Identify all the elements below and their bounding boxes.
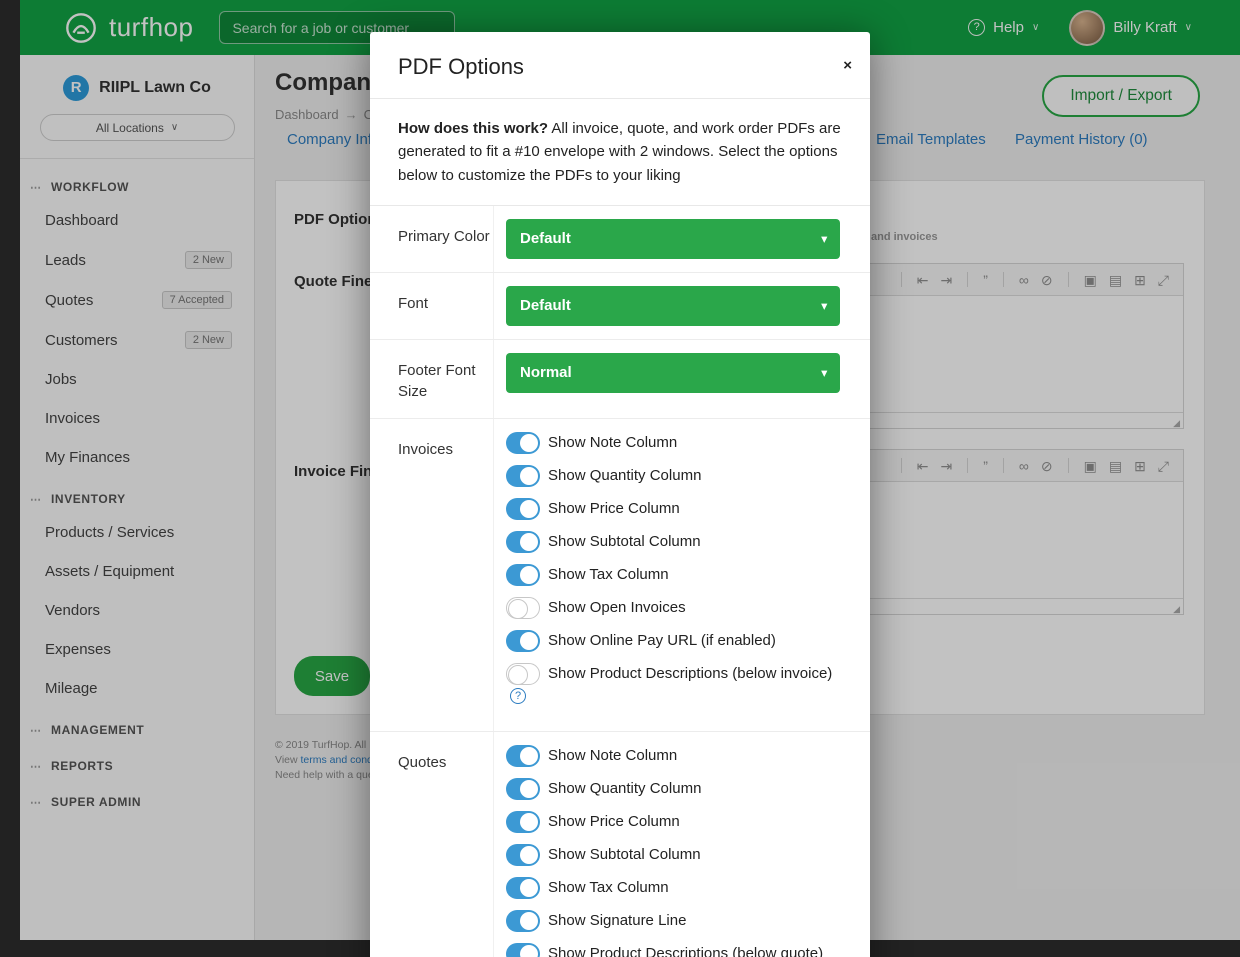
toggle-switch[interactable] [506,432,540,454]
modal-body: Primary ColorDefault▾FontDefault▾Footer … [370,206,870,957]
toggle-label: Show Subtotal Column [548,533,701,550]
toggle-switch[interactable] [506,630,540,652]
font-dropdown[interactable]: Default ▾ [506,286,840,326]
toggle-label: Show Quantity Column [548,467,701,484]
toggle-row-show-tax-column: Show Tax Column [506,564,840,586]
toggle-label: Show Quantity Column [548,780,701,797]
toggle-switch[interactable] [506,943,540,957]
toggle-row-show-price-column: Show Price Column [506,811,840,833]
toggle-label: Show Price Column [548,500,680,517]
toggle-switch[interactable] [506,663,540,685]
dropdown-value: Normal [520,364,572,381]
toggle-label: Show Note Column [548,434,677,451]
toggle-switch[interactable] [506,778,540,800]
toggle-switch[interactable] [506,844,540,866]
toggle-label: Show Open Invoices [548,599,686,616]
field-label: Primary Color [398,228,490,245]
toggle-label: Show Product Descriptions (below quote) [548,945,823,957]
chevron-down-icon: ▾ [821,232,827,245]
dropdown-value: Default [520,230,571,247]
modal-row-footer-font-size: Footer Font Size Normal ▾ [370,340,870,419]
field-label: Footer Font Size [398,362,476,400]
toggle-label: Show Product Descriptions (below invoice… [548,665,832,682]
toggle-label: Show Note Column [548,747,677,764]
chevron-down-icon: ▾ [821,299,827,312]
modal-intro-lead: How does this work? [398,120,548,137]
footer-font-size-dropdown[interactable]: Normal ▾ [506,353,840,393]
toggle-row-show-note-column: Show Note Column [506,745,840,767]
toggle-row-show-subtotal-column: Show Subtotal Column [506,844,840,866]
toggle-row-show-product-descriptions-below-quote: Show Product Descriptions (below quote)? [506,943,840,957]
dropdown-value: Default [520,297,571,314]
toggle-row-show-subtotal-column: Show Subtotal Column [506,531,840,553]
toggle-row-show-quantity-column: Show Quantity Column [506,465,840,487]
toggle-row-show-online-pay-url-if-enabled: Show Online Pay URL (if enabled) [506,630,840,652]
close-icon[interactable]: × [843,58,852,73]
toggle-switch[interactable] [506,745,540,767]
toggle-label: Show Subtotal Column [548,846,701,863]
app-root: turfhop ? Help ∨ Billy Kraft ∨ R RIIPL L… [0,0,1240,957]
group-label: Quotes [398,754,446,771]
toggle-row-show-price-column: Show Price Column [506,498,840,520]
toggle-row-show-open-invoices: Show Open Invoices [506,597,840,619]
toggle-switch[interactable] [506,597,540,619]
toggle-row-show-quantity-column: Show Quantity Column [506,778,840,800]
toggle-label: Show Price Column [548,813,680,830]
toggle-row-show-signature-line: Show Signature Line [506,910,840,932]
toggle-switch[interactable] [506,811,540,833]
modal-row-primary-color: Primary Color Default ▾ [370,206,870,273]
toggle-row-show-note-column: Show Note Column [506,432,840,454]
toggle-label: Show Online Pay URL (if enabled) [548,632,776,649]
toggle-row-show-product-descriptions-below-invoice: Show Product Descriptions (below invoice… [506,663,840,707]
modal-intro: How does this work? All invoice, quote, … [370,99,870,206]
modal-title: PDF Options [398,54,842,80]
modal-header: PDF Options × [370,32,870,99]
help-icon[interactable]: ? [510,688,526,704]
toggle-switch[interactable] [506,465,540,487]
toggle-row-show-tax-column: Show Tax Column [506,877,840,899]
toggle-switch[interactable] [506,531,540,553]
toggle-label: Show Tax Column [548,566,669,583]
toggle-label: Show Tax Column [548,879,669,896]
toggle-switch[interactable] [506,564,540,586]
modal-row-font: Font Default ▾ [370,273,870,340]
modal-group-quotes: Quotes Show Note Column Show Quantity Colu… [370,732,870,957]
chevron-down-icon: ▾ [821,366,827,379]
primary-color-dropdown[interactable]: Default ▾ [506,219,840,259]
group-label: Invoices [398,441,453,458]
toggle-switch[interactable] [506,910,540,932]
modal-group-invoices: Invoices Show Note Column Show Quantity Co… [370,419,870,732]
toggle-switch[interactable] [506,498,540,520]
field-label: Font [398,295,428,312]
pdf-options-modal: PDF Options × How does this work? All in… [370,32,870,957]
toggle-label: Show Signature Line [548,912,686,929]
toggle-switch[interactable] [506,877,540,899]
